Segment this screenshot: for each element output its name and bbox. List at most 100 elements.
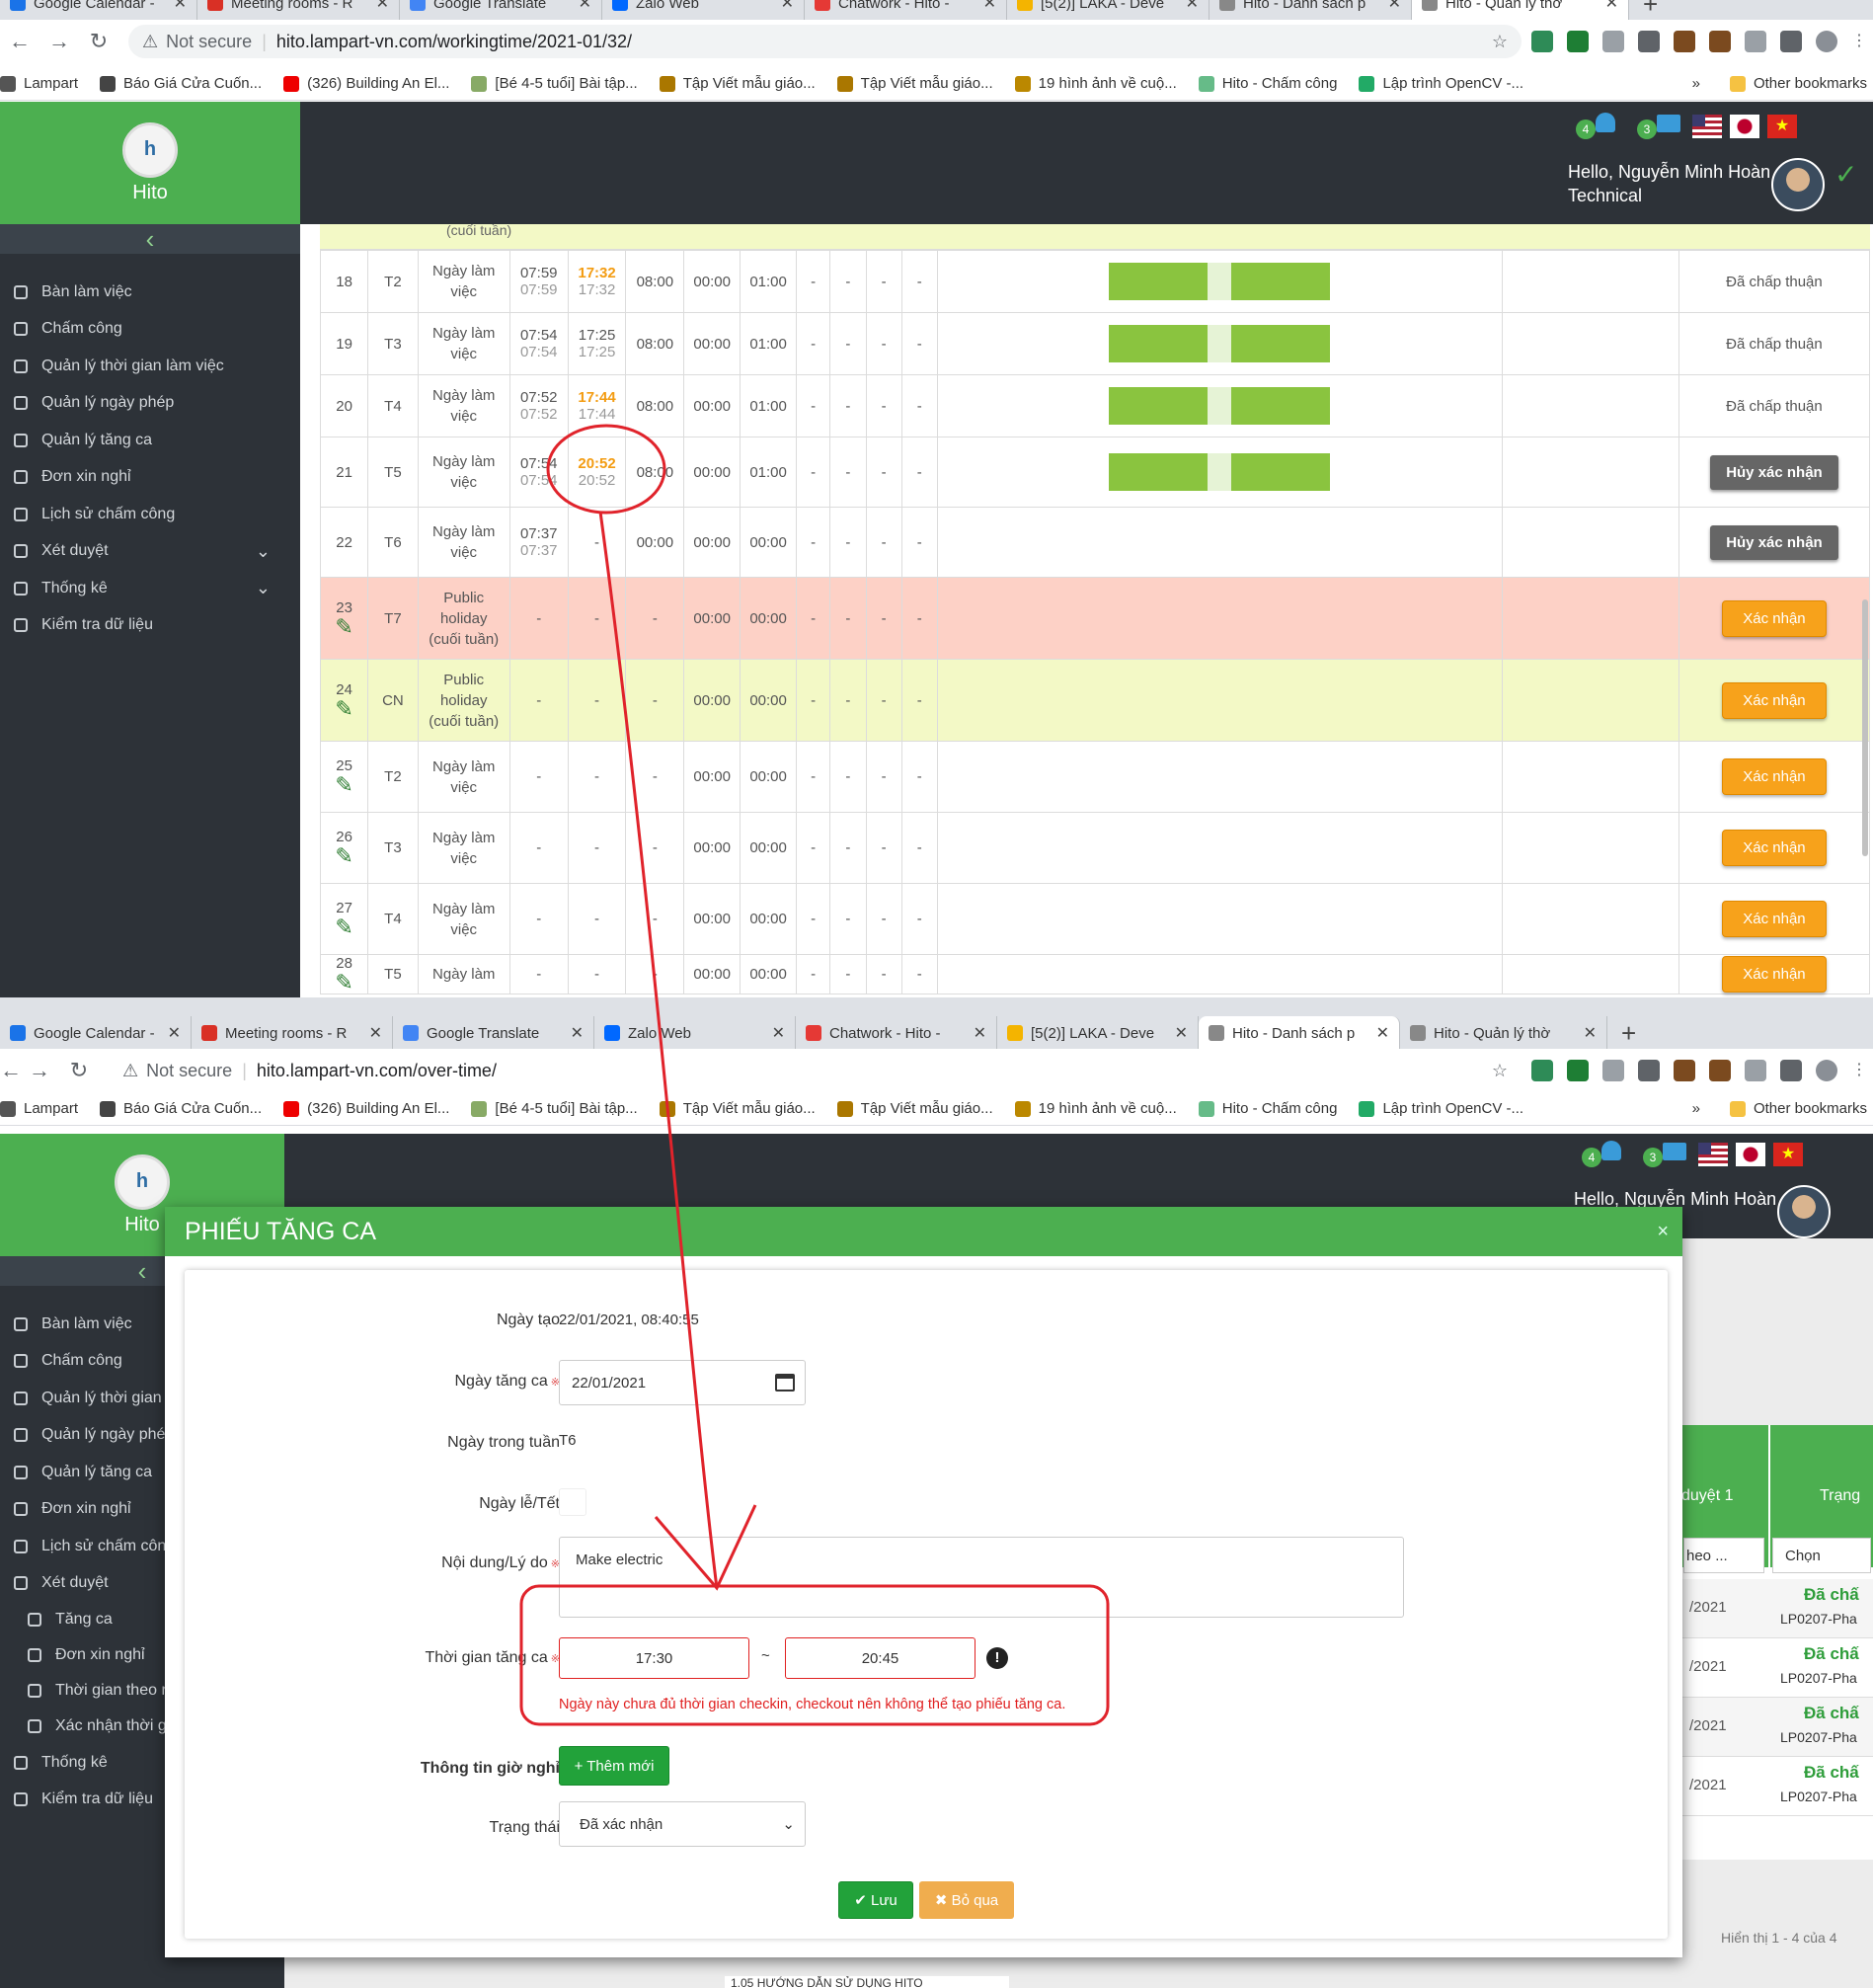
browser-tab[interactable]: Google Translate ✕ — [393, 1016, 594, 1050]
puzzle-icon[interactable] — [1780, 31, 1802, 52]
browser-tab[interactable]: [5(2)] LAKA - Deve ✕ — [997, 1016, 1199, 1050]
edit-icon[interactable]: ✎ — [321, 615, 367, 638]
bookmark-item[interactable]: Lampart — [0, 75, 78, 92]
vn-flag-icon[interactable]: ★ — [1767, 115, 1797, 138]
close-tab-icon[interactable]: ✕ — [966, 1023, 986, 1043]
confirm-button[interactable]: Xác nhận — [1722, 681, 1827, 719]
bookmarks-overflow[interactable]: » — [1692, 1100, 1700, 1117]
us-flag-icon[interactable] — [1698, 1143, 1728, 1166]
bookmark-item[interactable]: Báo Giá Cửa Cuốn... — [100, 75, 262, 92]
close-tab-icon[interactable]: ✕ — [1598, 0, 1618, 13]
menu-icon[interactable]: ⋮ — [1851, 1060, 1867, 1081]
bookmark-item[interactable]: 19 hình ảnh về cuộ... — [1014, 75, 1177, 92]
avatar[interactable] — [1777, 1185, 1831, 1238]
time-to-input[interactable]: 20:45 — [785, 1637, 976, 1679]
chevron-down-icon[interactable]: ✓ — [1834, 158, 1857, 191]
extension-icon[interactable] — [1531, 31, 1553, 52]
sidebar-item[interactable]: Chấm công — [0, 311, 300, 349]
bookmark-item[interactable]: (326) Building An El... — [283, 75, 449, 92]
extension-icon[interactable] — [1567, 31, 1589, 52]
forward-icon[interactable]: → — [20, 1058, 59, 1083]
confirm-button[interactable]: Xác nhận — [1722, 758, 1827, 795]
bookmark-item[interactable]: Hito - Chấm công — [1198, 75, 1337, 92]
confirm-button[interactable]: Xác nhận — [1722, 901, 1827, 937]
close-tab-icon[interactable]: ✕ — [773, 0, 794, 13]
edit-icon[interactable]: ✎ — [321, 972, 367, 994]
close-tab-icon[interactable]: ✕ — [571, 0, 591, 13]
extension-icon[interactable] — [1709, 31, 1731, 52]
jp-flag-icon[interactable] — [1736, 1143, 1765, 1166]
confirm-button[interactable]: Xác nhận — [1722, 599, 1827, 637]
bookmark-item[interactable]: Lập trình OpenCV -... — [1359, 1100, 1523, 1117]
browser-tab[interactable]: Meeting rooms - R ✕ — [197, 0, 400, 20]
browser-tab[interactable]: Chatwork - Hito - ✕ — [805, 0, 1007, 20]
edit-icon[interactable]: ✎ — [321, 774, 367, 796]
bell-icon[interactable] — [1601, 1141, 1621, 1160]
browser-tab[interactable]: Meeting rooms - R ✕ — [192, 1016, 393, 1050]
extension-icon[interactable] — [1531, 1060, 1553, 1081]
new-tab-icon[interactable]: + — [1643, 0, 1658, 20]
bookmark-item[interactable]: Lampart — [0, 1100, 78, 1117]
sidebar-item[interactable]: Lịch sử chấm công — [0, 496, 300, 533]
forward-icon[interactable]: → — [39, 29, 79, 54]
sidebar-item[interactable]: Xét duyệt ⌄ — [0, 533, 300, 571]
back-icon[interactable]: ← — [0, 1058, 22, 1083]
star-icon[interactable]: ☆ — [1492, 1061, 1508, 1081]
extension-icon[interactable] — [1674, 31, 1695, 52]
bookmark-item[interactable]: (326) Building An El... — [283, 1100, 449, 1117]
bookmark-item[interactable]: Tập Viết mẫu giáo... — [836, 75, 993, 92]
reload-icon[interactable]: ↻ — [79, 29, 118, 54]
menu-icon[interactable]: ⋮ — [1851, 31, 1867, 52]
bg-filter-approver[interactable]: heo ... — [1683, 1538, 1764, 1573]
edit-icon[interactable]: ✎ — [321, 845, 367, 867]
profile-icon[interactable] — [1816, 1060, 1837, 1081]
extension-icon[interactable] — [1638, 31, 1660, 52]
jp-flag-icon[interactable] — [1730, 115, 1759, 138]
bookmarks-overflow[interactable]: » — [1692, 75, 1700, 92]
bookmark-item[interactable]: Hito - Chấm công — [1198, 1100, 1337, 1117]
close-tab-icon[interactable]: ✕ — [160, 1023, 181, 1043]
browser-tab[interactable]: Chatwork - Hito - ✕ — [796, 1016, 997, 1050]
close-tab-icon[interactable]: ✕ — [1380, 0, 1401, 13]
status-select[interactable]: Đã xác nhận ⌄ — [559, 1801, 806, 1847]
bg-filter-status[interactable]: Chọn — [1772, 1538, 1871, 1573]
extension-icon[interactable] — [1674, 1060, 1695, 1081]
bookmark-item[interactable]: Tập Viết mẫu giáo... — [659, 1100, 816, 1117]
avatar[interactable] — [1771, 158, 1825, 211]
url-field[interactable]: ⚠ Not secure | hito.lampart-vn.com/worki… — [128, 25, 1522, 58]
browser-tab[interactable]: Zalo Web ✕ — [602, 0, 805, 20]
sidebar-item[interactable]: Quản lý tăng ca — [0, 422, 300, 459]
cancel-confirm-button[interactable]: Hủy xác nhận — [1710, 454, 1838, 490]
mail-icon[interactable] — [1663, 1143, 1686, 1160]
back-icon[interactable]: ← — [0, 29, 39, 54]
close-tab-icon[interactable]: ✕ — [166, 0, 187, 13]
browser-tab[interactable]: Hito - Quản lý thờ ✕ — [1412, 0, 1629, 20]
save-button[interactable]: ✔ Lưu — [838, 1881, 913, 1919]
browser-tab[interactable]: Hito - Danh sách p ✕ — [1210, 0, 1412, 20]
cancel-confirm-button[interactable]: Hủy xác nhận — [1710, 524, 1838, 560]
browser-tab[interactable]: Google Calendar - ✕ — [0, 1016, 192, 1050]
bookmark-item[interactable]: Báo Giá Cửa Cuốn... — [100, 1100, 262, 1117]
close-tab-icon[interactable]: ✕ — [361, 1023, 382, 1043]
add-new-button[interactable]: + Thêm mới — [559, 1746, 669, 1786]
sidebar-item[interactable]: Bàn làm việc — [0, 274, 300, 311]
extension-icon[interactable] — [1709, 1060, 1731, 1081]
browser-tab[interactable]: Zalo Web ✕ — [594, 1016, 796, 1050]
confirm-button[interactable]: Xác nhận — [1722, 956, 1827, 993]
browser-tab[interactable]: Hito - Danh sách p ✕ — [1199, 1016, 1400, 1050]
bookmark-item[interactable]: 19 hình ảnh về cuộ... — [1014, 1100, 1177, 1117]
bookmark-item[interactable]: Lập trình OpenCV -... — [1359, 75, 1523, 92]
extension-icon[interactable] — [1638, 1060, 1660, 1081]
vn-flag-icon[interactable]: ★ — [1773, 1143, 1803, 1166]
scrollbar[interactable] — [1862, 599, 1868, 856]
app-logo[interactable]: h Hito — [0, 102, 300, 224]
other-bookmarks[interactable]: Other bookmarks — [1729, 1100, 1867, 1117]
close-tab-icon[interactable]: ✕ — [1576, 1023, 1597, 1043]
extension-icon[interactable] — [1602, 31, 1624, 52]
time-from-input[interactable]: 17:30 — [559, 1637, 749, 1679]
bookmark-item[interactable]: Tập Viết mẫu giáo... — [836, 1100, 993, 1117]
bookmark-item[interactable]: Tập Viết mẫu giáo... — [659, 75, 816, 92]
other-bookmarks[interactable]: Other bookmarks — [1729, 75, 1867, 92]
calendar-icon[interactable] — [775, 1374, 795, 1392]
profile-icon[interactable] — [1816, 31, 1837, 52]
